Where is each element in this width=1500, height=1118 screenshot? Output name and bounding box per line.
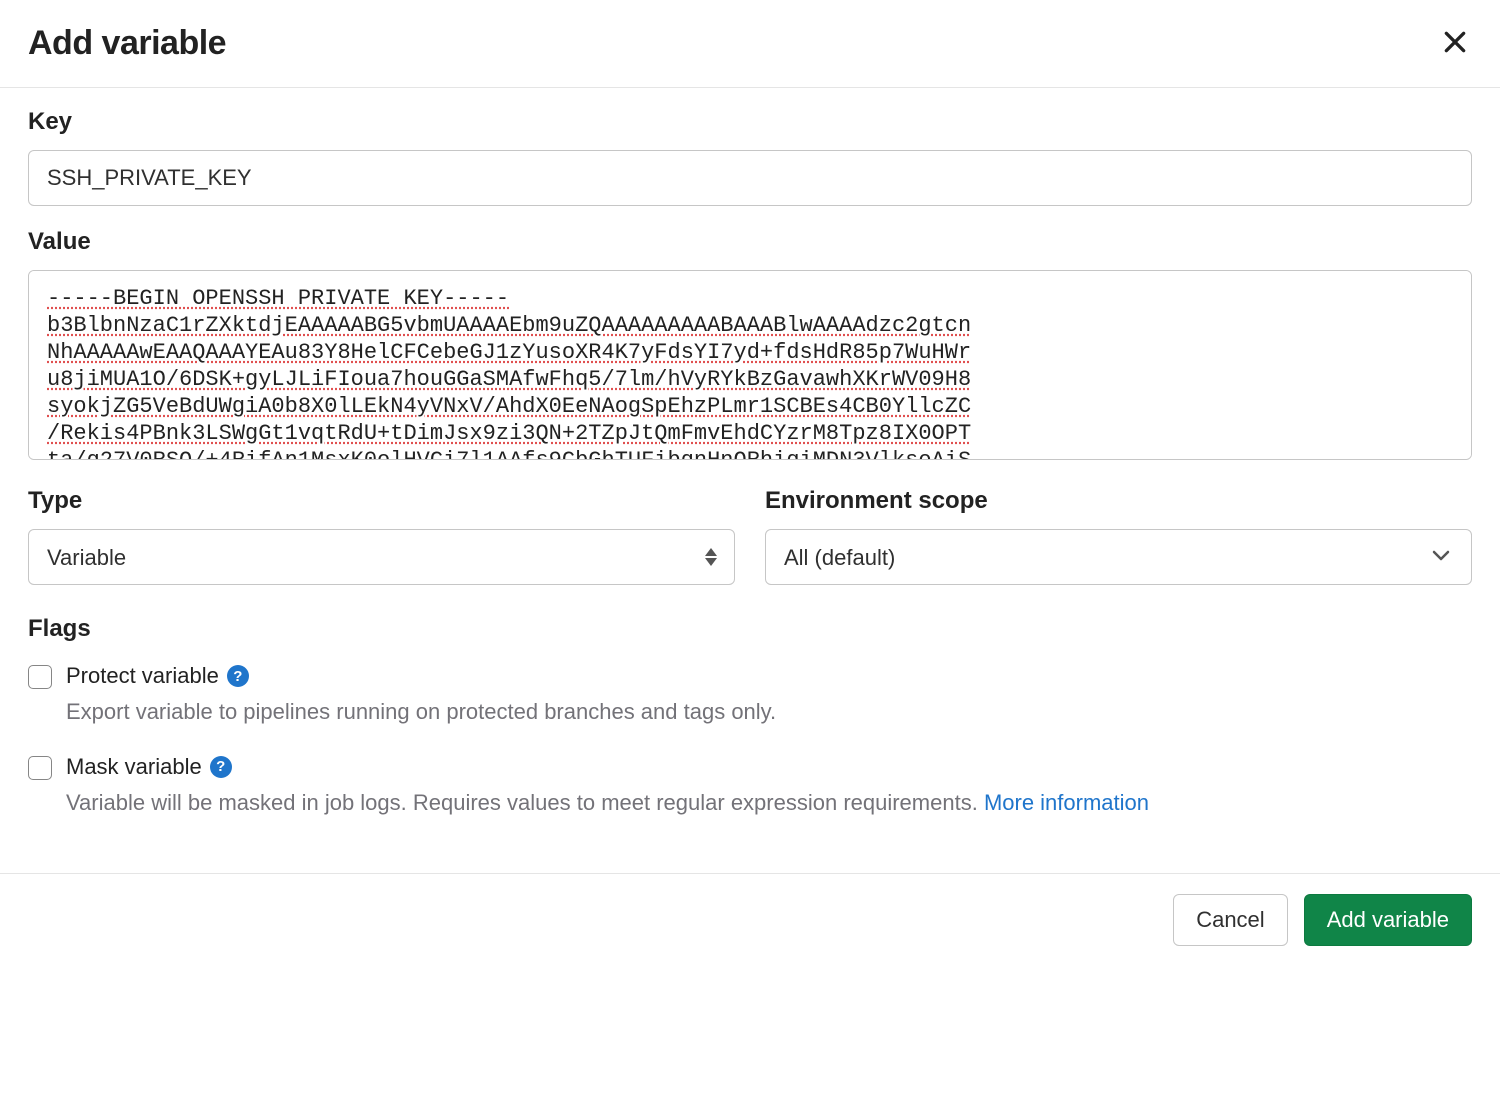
modal-title: Add variable xyxy=(28,24,226,63)
mask-description: Variable will be masked in job logs. Req… xyxy=(66,788,1472,819)
type-select[interactable]: Variable xyxy=(28,529,735,585)
close-icon xyxy=(1442,29,1468,58)
key-label: Key xyxy=(28,108,1472,136)
help-icon[interactable]: ? xyxy=(227,665,249,687)
type-scope-row: Type Variable Environment scope All (def… xyxy=(28,487,1472,585)
mask-label: Mask variable xyxy=(66,754,202,780)
cancel-button[interactable]: Cancel xyxy=(1173,894,1287,946)
value-field-group: Value -----BEGIN OPENSSH PRIVATE KEY----… xyxy=(28,228,1472,465)
modal-header: Add variable xyxy=(0,0,1500,88)
key-field-group: Key xyxy=(28,108,1472,206)
flags-heading: Flags xyxy=(28,615,1472,643)
protect-description: Export variable to pipelines running on … xyxy=(66,697,1472,728)
mask-flag-row: Mask variable ? Variable will be masked … xyxy=(28,754,1472,819)
type-label: Type xyxy=(28,487,735,515)
scope-field-group: Environment scope All (default) xyxy=(765,487,1472,585)
protect-checkbox[interactable] xyxy=(28,665,52,689)
more-information-link[interactable]: More information xyxy=(984,790,1149,815)
value-textarea[interactable]: -----BEGIN OPENSSH PRIVATE KEY----- b3Bl… xyxy=(28,270,1472,460)
modal-body: Key Value -----BEGIN OPENSSH PRIVATE KEY… xyxy=(0,88,1500,873)
add-variable-button[interactable]: Add variable xyxy=(1304,894,1472,946)
help-icon[interactable]: ? xyxy=(210,756,232,778)
protect-flag-row: Protect variable ? Export variable to pi… xyxy=(28,663,1472,728)
close-button[interactable] xyxy=(1438,25,1472,62)
modal-footer: Cancel Add variable xyxy=(0,873,1500,966)
mask-checkbox[interactable] xyxy=(28,756,52,780)
protect-label: Protect variable xyxy=(66,663,219,689)
type-field-group: Type Variable xyxy=(28,487,735,585)
scope-select[interactable]: All (default) xyxy=(765,529,1472,585)
key-input[interactable] xyxy=(28,150,1472,206)
mask-description-text: Variable will be masked in job logs. Req… xyxy=(66,790,984,815)
add-variable-modal: Add variable Key Value -----BEGIN OPENSS… xyxy=(0,0,1500,966)
value-label: Value xyxy=(28,228,1472,256)
scope-label: Environment scope xyxy=(765,487,1472,515)
